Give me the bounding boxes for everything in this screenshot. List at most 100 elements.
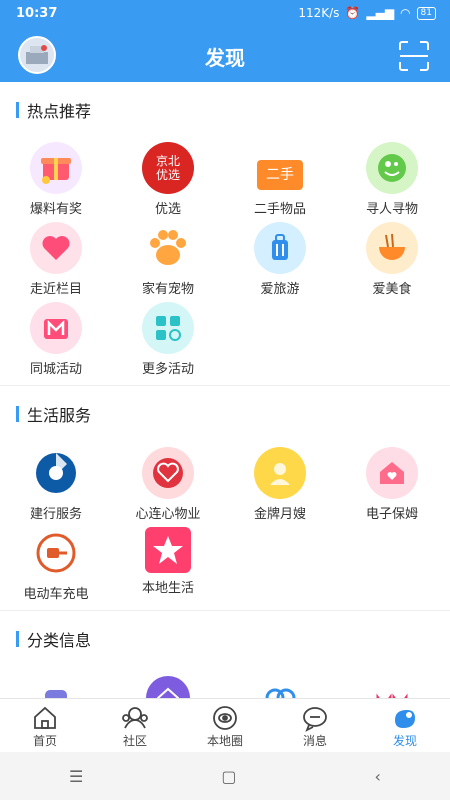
secondhand-sign-text: 二手: [257, 160, 303, 190]
item-ershou[interactable]: 二手 二手物品: [224, 142, 336, 217]
heart-icon: [30, 222, 82, 274]
page-title: 发现: [205, 46, 245, 70]
search-person-icon: [366, 142, 418, 194]
status-time: 10:37: [16, 6, 58, 21]
section-title-life: 生活服务: [16, 402, 91, 426]
tab-label: 首页: [32, 733, 57, 748]
more-grid-icon: [142, 302, 194, 354]
local-circle-icon: [213, 705, 237, 730]
section-marker: [16, 102, 19, 118]
community-icon: [122, 706, 148, 728]
tab-discover[interactable]: 发现: [360, 699, 450, 753]
tab-community[interactable]: 社区: [90, 699, 180, 753]
tab-local-circle[interactable]: 本地圈: [180, 699, 270, 753]
house-icon: [146, 676, 190, 698]
house-heart-icon: [366, 447, 418, 499]
star-icon: [145, 527, 191, 573]
section-title-category: 分类信息: [16, 627, 91, 651]
item-meishi[interactable]: 爱美食: [336, 222, 448, 297]
item-youxuan[interactable]: 京北 优选 优选: [112, 142, 224, 217]
status-icons: 112K/s ⏰ ▂▄▆ ◠ 81: [298, 6, 436, 20]
item-zoujin[interactable]: 走近栏目: [0, 222, 112, 297]
section-title-text: 分类信息: [27, 631, 92, 650]
system-nav-bar: ☰ ▢ ‹: [0, 752, 450, 800]
menu-icon[interactable]: ☰: [69, 767, 83, 786]
section-divider: [0, 610, 450, 611]
battery-icon: 81: [416, 6, 436, 20]
item-label: 同城活动: [29, 362, 82, 377]
section-marker: [16, 406, 19, 422]
youxuan-logo-icon: 京北 优选: [142, 142, 194, 194]
status-bar: 10:37 112K/s ⏰ ▂▄▆ ◠ 81: [0, 0, 450, 28]
city-activity-icon: [30, 302, 82, 354]
item-xinlianxin[interactable]: 心连心物业: [112, 447, 224, 522]
item-lvyou[interactable]: 爱旅游: [224, 222, 336, 297]
item-xunren[interactable]: 寻人寻物: [336, 142, 448, 217]
tab-home[interactable]: 首页: [0, 699, 90, 753]
section-divider: [0, 385, 450, 386]
signal-icon: ▂▄▆: [366, 6, 395, 20]
property-icon: [142, 447, 194, 499]
item-label: 二手物品: [253, 202, 306, 217]
item-tongcheng[interactable]: 同城活动: [0, 302, 112, 377]
item-label: 寻人寻物: [365, 202, 418, 217]
section-marker: [16, 631, 19, 647]
item-yuesao[interactable]: 金牌月嫂: [224, 447, 336, 522]
people-icon: [254, 676, 306, 698]
item-dianzibaomu[interactable]: 电子保姆: [336, 447, 448, 522]
discover-icon: [395, 709, 415, 728]
wifi-icon: ◠: [400, 6, 411, 20]
tab-label: 社区: [122, 733, 147, 748]
item-label: 金牌月嫂: [253, 507, 306, 522]
item-label: 爱美食: [372, 282, 412, 297]
bottom-tab-bar: 首页 社区 本地圈 消息 发现: [0, 698, 450, 753]
item-gengduo[interactable]: 更多活动: [112, 302, 224, 377]
section-title-hot: 热点推荐: [16, 98, 91, 122]
item-label: 本地生活: [141, 581, 194, 596]
network-speed: 112K/s: [298, 6, 340, 20]
item-label: 心连心物业: [135, 507, 201, 522]
home-icon: [34, 706, 56, 729]
item-label: 电动车充电: [23, 587, 89, 602]
luggage-icon: [254, 222, 306, 274]
item-label: 更多活动: [141, 362, 194, 377]
item-category-people[interactable]: [224, 676, 336, 698]
item-label: 建行服务: [29, 507, 82, 522]
paw-icon: [142, 222, 194, 274]
section-title-text: 生活服务: [27, 406, 92, 425]
item-bendishenghuo[interactable]: 本地生活: [112, 527, 224, 596]
tab-label: 发现: [392, 733, 417, 748]
item-jianhang[interactable]: 建行服务: [0, 447, 112, 522]
message-icon: [303, 706, 327, 732]
item-label: 优选: [154, 202, 181, 217]
noodle-bowl-icon: [366, 222, 418, 274]
scan-icon[interactable]: [398, 40, 430, 72]
gift-icon: [30, 142, 82, 194]
header: 发现: [0, 28, 450, 82]
item-baoliao[interactable]: 爆料有奖: [0, 142, 112, 217]
item-label: 爱旅游: [260, 282, 300, 297]
ccb-logo-icon: [30, 447, 82, 499]
tab-label: 本地圈: [206, 733, 243, 748]
section-title-text: 热点推荐: [27, 102, 92, 121]
item-chongdian[interactable]: 电动车充电: [0, 527, 112, 602]
item-category-house[interactable]: [112, 676, 224, 698]
item-label: 家有宠物: [141, 282, 194, 297]
charging-plug-icon: [30, 527, 82, 579]
couple-icon: [366, 676, 418, 698]
alarm-icon: ⏰: [345, 6, 361, 20]
car-icon: [30, 676, 82, 698]
back-icon[interactable]: ‹: [375, 767, 381, 786]
discover-content: 热点推荐 爆料有奖 京北 优选 优选 二手 二手物品 寻人寻物 走近栏目 家有宠…: [0, 82, 450, 698]
secondhand-sign-icon: 二手: [254, 142, 306, 194]
youxuan-logo-text: 京北 优选: [155, 154, 180, 182]
tab-label: 消息: [302, 733, 327, 748]
tab-messages[interactable]: 消息: [270, 699, 360, 753]
item-label: 电子保姆: [365, 507, 418, 522]
home-square-icon[interactable]: ▢: [221, 767, 236, 786]
item-category-car[interactable]: [0, 676, 112, 698]
item-category-couple[interactable]: [336, 676, 448, 698]
item-label: 走近栏目: [29, 282, 82, 297]
nanny-medal-icon: [254, 447, 306, 499]
item-chongwu[interactable]: 家有宠物: [112, 222, 224, 297]
